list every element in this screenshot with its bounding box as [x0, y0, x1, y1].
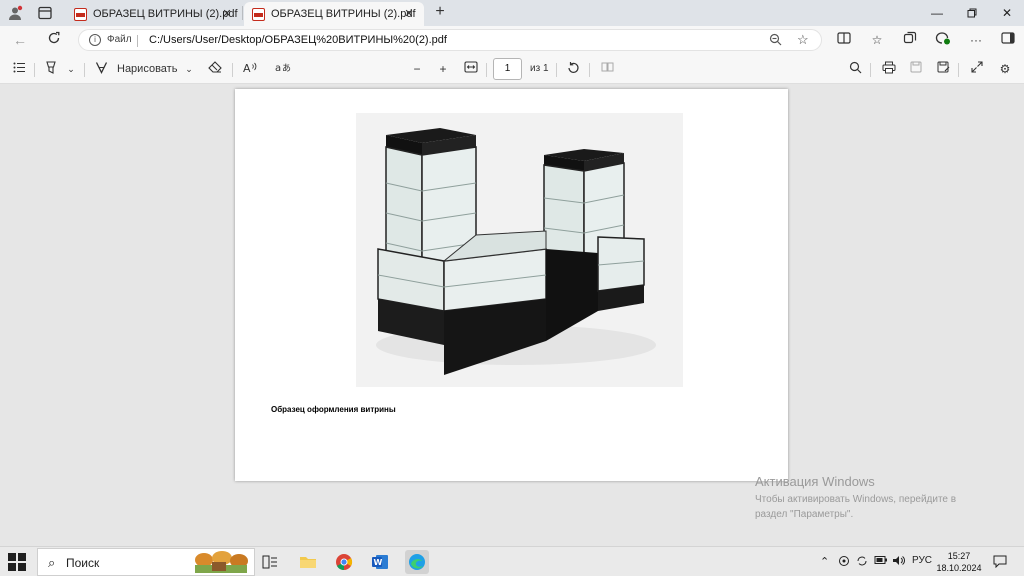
task-view-icon[interactable] [258, 550, 282, 574]
toolbar-divider [34, 63, 35, 77]
restore-button[interactable] [955, 0, 989, 26]
pdf-toolbar: ⌄ Нарисовать ⌄ A aあ − + 1 из 1 ⚙ [0, 54, 1024, 84]
refresh-button[interactable] [45, 31, 63, 49]
tab-label: ОБРАЗЕЦ ВИТРИНЫ (2).pdf [93, 8, 238, 20]
divider [137, 35, 138, 47]
pdf-page: Образец оформления витрины [235, 89, 788, 481]
toolbar-divider [958, 63, 959, 77]
word-icon[interactable]: W [368, 550, 392, 574]
tab-close-icon[interactable]: ✕ [402, 7, 416, 21]
zoom-icon[interactable] [769, 33, 782, 49]
file-explorer-icon[interactable] [296, 550, 320, 574]
chrome-icon[interactable] [332, 550, 356, 574]
split-screen-icon[interactable] [835, 31, 853, 49]
address-toolbar: ← i Файл C:/Users/User/Desktop/ОБРАЗЕЦ%2… [0, 26, 1024, 54]
fit-page-icon[interactable] [462, 61, 480, 77]
start-button[interactable] [8, 553, 26, 571]
svg-text:a: a [275, 63, 281, 73]
draw-button[interactable]: Нарисовать [117, 61, 177, 77]
image-caption: Образец оформления витрины [271, 405, 396, 414]
highlight-icon[interactable] [42, 61, 60, 77]
toolbar-divider [870, 63, 871, 77]
toolbar-divider [589, 63, 590, 77]
minimize-button[interactable]: — [920, 0, 954, 26]
sidebar-toggle-icon[interactable] [999, 31, 1017, 49]
tab-label: ОБРАЗЕЦ ВИТРИНЫ (2).pdf [271, 8, 416, 20]
tab-close-icon[interactable]: ✕ [220, 7, 234, 21]
search-highlight-art [195, 551, 248, 573]
toolbar-divider [556, 63, 557, 77]
favorites-icon[interactable]: ☆ [868, 31, 886, 49]
rotate-icon[interactable] [564, 61, 582, 77]
zoom-in-icon[interactable]: + [434, 61, 452, 77]
toolbar-divider [486, 63, 487, 77]
search-label: Поиск [66, 556, 100, 570]
close-window-button[interactable]: ✕ [990, 0, 1024, 26]
volume-icon[interactable] [892, 555, 905, 569]
language-indicator[interactable]: РУС [912, 555, 932, 566]
toolbar-divider [84, 63, 85, 77]
save-icon[interactable] [907, 61, 925, 77]
svg-text:W: W [374, 558, 383, 567]
watermark-title: Активация Windows [755, 474, 875, 489]
tray-app-icon[interactable] [838, 555, 850, 570]
print-icon[interactable] [880, 61, 898, 77]
favorite-star-icon[interactable]: ☆ [797, 32, 809, 48]
back-button[interactable]: ← [11, 31, 29, 49]
save-as-icon[interactable] [934, 61, 952, 77]
more-menu-icon[interactable]: ··· [967, 31, 985, 49]
tab-pdf-2[interactable]: ОБРАЗЕЦ ВИТРИНЫ (2).pdf ✕ [244, 2, 424, 26]
notifications-icon[interactable] [993, 555, 1007, 571]
tab-actions-icon[interactable] [36, 4, 54, 22]
battery-icon[interactable] [874, 555, 888, 568]
watermark-line-1: Чтобы активировать Windows, перейдите в [755, 494, 957, 505]
browser-essentials-icon[interactable] [934, 31, 952, 49]
clock-time: 15:27 [947, 551, 971, 561]
edge-icon[interactable] [405, 550, 429, 574]
toolbar-divider [232, 63, 233, 77]
profile-icon[interactable] [6, 4, 24, 22]
address-bar[interactable]: i Файл C:/Users/User/Desktop/ОБРАЗЕЦ%20В… [78, 29, 822, 51]
translate-icon[interactable]: aあ [274, 61, 292, 77]
settings-gear-icon[interactable]: ⚙ [996, 61, 1014, 77]
tab-strip: ОБРАЗЕЦ ВИТРИНЫ (2).pdf ✕ ОБРАЗЕЦ ВИТРИН… [0, 0, 1024, 26]
contents-icon[interactable] [10, 61, 28, 77]
find-icon[interactable] [846, 61, 864, 77]
read-aloud-icon[interactable]: A [241, 61, 259, 77]
url-text[interactable]: C:/Users/User/Desktop/ОБРАЗЕЦ%20ВИТРИНЫ%… [149, 34, 447, 46]
tab-pdf-1[interactable]: ОБРАЗЕЦ ВИТРИНЫ (2).pdf ✕ [66, 2, 242, 26]
tray-overflow-icon[interactable]: ⌃ [820, 555, 829, 568]
eraser-icon[interactable] [206, 61, 224, 77]
info-icon[interactable]: i [89, 34, 101, 46]
windows-activation-watermark: Активация Windows Чтобы активировать Win… [755, 474, 956, 522]
showcase-image [356, 113, 683, 387]
search-icon: ⌕ [48, 555, 56, 570]
fullscreen-icon[interactable] [968, 61, 986, 77]
scheme-label: Файл [107, 34, 132, 45]
clock[interactable]: 15:27 18.10.2024 [936, 550, 982, 574]
pdf-file-icon [252, 7, 265, 21]
watermark-line-2: раздел "Параметры". [755, 509, 854, 520]
svg-text:あ: あ [282, 63, 291, 73]
page-total-label: из 1 [530, 63, 549, 74]
draw-dropdown-icon[interactable]: ⌄ [180, 61, 198, 77]
draw-icon[interactable] [92, 61, 110, 77]
update-icon[interactable] [856, 555, 868, 570]
collections-icon[interactable] [901, 31, 919, 49]
taskbar: ⌕ Поиск W ⌃ РУС 15:27 18.10.2024 [0, 546, 1024, 576]
clock-date: 18.10.2024 [936, 563, 982, 573]
page-number-input[interactable]: 1 [493, 58, 522, 80]
pdf-file-icon [74, 7, 87, 21]
taskbar-search[interactable]: ⌕ Поиск [37, 548, 255, 576]
page-view-icon[interactable] [598, 61, 616, 77]
tab-divider [242, 6, 243, 20]
highlight-dropdown-icon[interactable]: ⌄ [62, 61, 80, 77]
svg-text:A: A [243, 62, 251, 73]
zoom-out-icon[interactable]: − [408, 61, 426, 77]
new-tab-button[interactable]: + [430, 3, 450, 23]
